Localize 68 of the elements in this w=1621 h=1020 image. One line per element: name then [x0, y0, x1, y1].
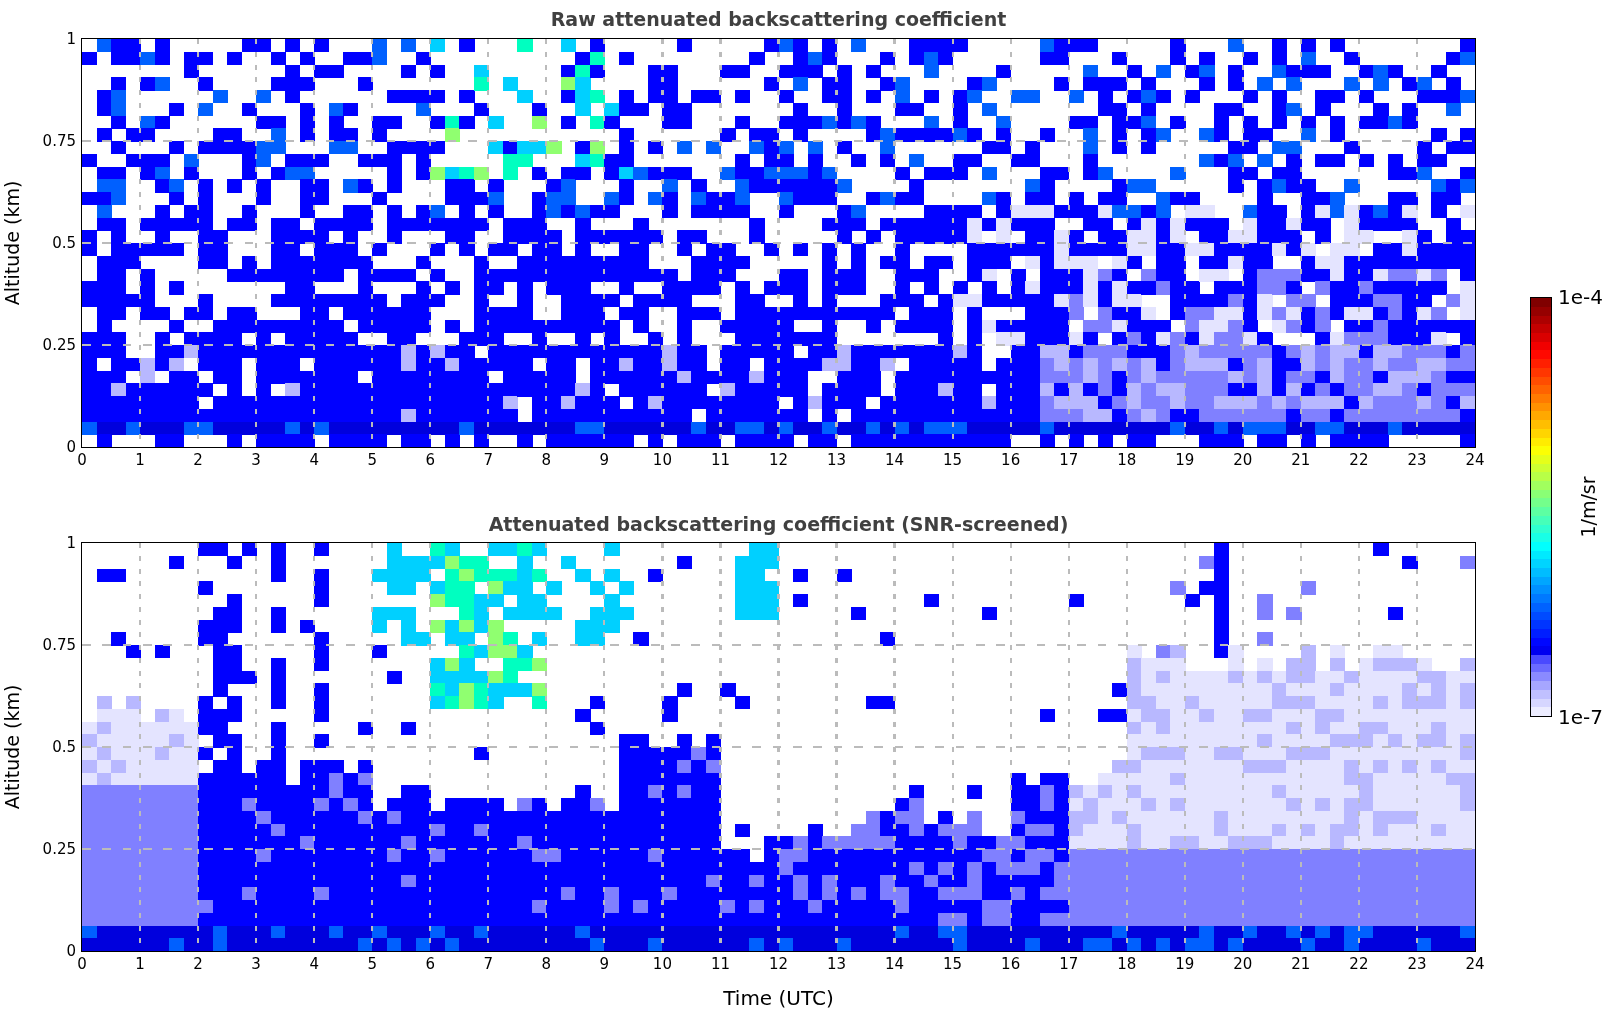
tick-label: 0.5 — [52, 235, 76, 251]
tick-label: 0.75 — [42, 637, 76, 653]
tick-label: 10 — [652, 453, 672, 468]
tick-label: 21 — [1291, 453, 1311, 468]
tick-label: 0.25 — [42, 841, 76, 857]
tick-label: 5 — [367, 957, 377, 972]
tick-label: 18 — [1117, 957, 1137, 972]
tick-label: 0.5 — [52, 739, 76, 755]
tick-label: 5 — [367, 453, 377, 468]
tick-label: 8 — [541, 453, 552, 468]
tick-label: 15 — [943, 957, 963, 972]
tick-label: 20 — [1233, 453, 1253, 468]
tick-label: 11 — [710, 957, 730, 972]
colorbar-title: 1/m/sr — [1578, 476, 1598, 538]
tick-label: 20 — [1233, 957, 1253, 972]
tick-label: 22 — [1349, 453, 1369, 468]
tick-label: 0.75 — [42, 133, 76, 149]
tick-label: 6 — [425, 957, 435, 972]
axis-label: Altitude (km) — [2, 684, 22, 810]
tick-label: 4 — [309, 453, 319, 468]
tick-label: 18 — [1117, 453, 1137, 468]
tick-label: 12 — [768, 957, 789, 972]
tick-label: 24 — [1465, 957, 1485, 972]
tick-label: 1 — [135, 957, 145, 972]
tick-label: 0 — [66, 943, 76, 959]
tick-label: 10 — [652, 957, 672, 972]
tick-label: 0 — [66, 439, 76, 455]
tick-label: 3 — [251, 453, 261, 468]
tick-label: 6 — [425, 453, 435, 468]
tick-label: 7 — [483, 957, 494, 972]
tick-label: 1 — [66, 535, 76, 551]
tick-label: 3 — [251, 957, 261, 972]
tick-label: 9 — [599, 957, 610, 972]
tick-label: 16 — [1001, 957, 1021, 972]
tick-label: 1 — [135, 453, 145, 468]
tick-label: 19 — [1175, 453, 1195, 468]
tick-label: 16 — [1001, 453, 1021, 468]
tick-label: 12 — [768, 453, 789, 468]
tick-label: 23 — [1407, 453, 1427, 468]
tick-label: 0.25 — [42, 337, 76, 353]
tick-label: 13 — [827, 957, 847, 972]
tick-label: 14 — [885, 957, 905, 972]
tick-label: 4 — [309, 957, 319, 972]
tick-label: 21 — [1291, 957, 1311, 972]
tick-label: 2 — [193, 957, 203, 972]
colorbar-label: 1e-4 — [1558, 287, 1603, 307]
tick-label: 0 — [77, 957, 87, 972]
tick-label: 15 — [943, 453, 963, 468]
tick-label: 9 — [599, 453, 610, 468]
chart-title: Attenuated backscattering coefficient (SNR-screened) — [488, 511, 1069, 537]
tick-label: 8 — [541, 957, 552, 972]
colorbar-label: 1e-7 — [1558, 707, 1603, 727]
tick-label: 17 — [1059, 453, 1079, 468]
tick-label: 1 — [66, 31, 76, 47]
tick-label: 13 — [827, 453, 847, 468]
tick-label: 2 — [193, 453, 203, 468]
tick-label: 7 — [483, 453, 494, 468]
tick-label: 11 — [710, 453, 730, 468]
tick-label: 14 — [885, 453, 905, 468]
tick-label: 0 — [77, 453, 87, 468]
tick-label: 23 — [1407, 957, 1427, 972]
tick-label: 17 — [1059, 957, 1079, 972]
tick-label: 24 — [1465, 453, 1485, 468]
chart-title: Raw attenuated backscattering coefficient — [550, 6, 1007, 32]
axis-label: Altitude (km) — [2, 180, 22, 306]
tick-label: 19 — [1175, 957, 1195, 972]
tick-label: 22 — [1349, 957, 1369, 972]
axis-label: Time (UTC) — [723, 988, 834, 1008]
